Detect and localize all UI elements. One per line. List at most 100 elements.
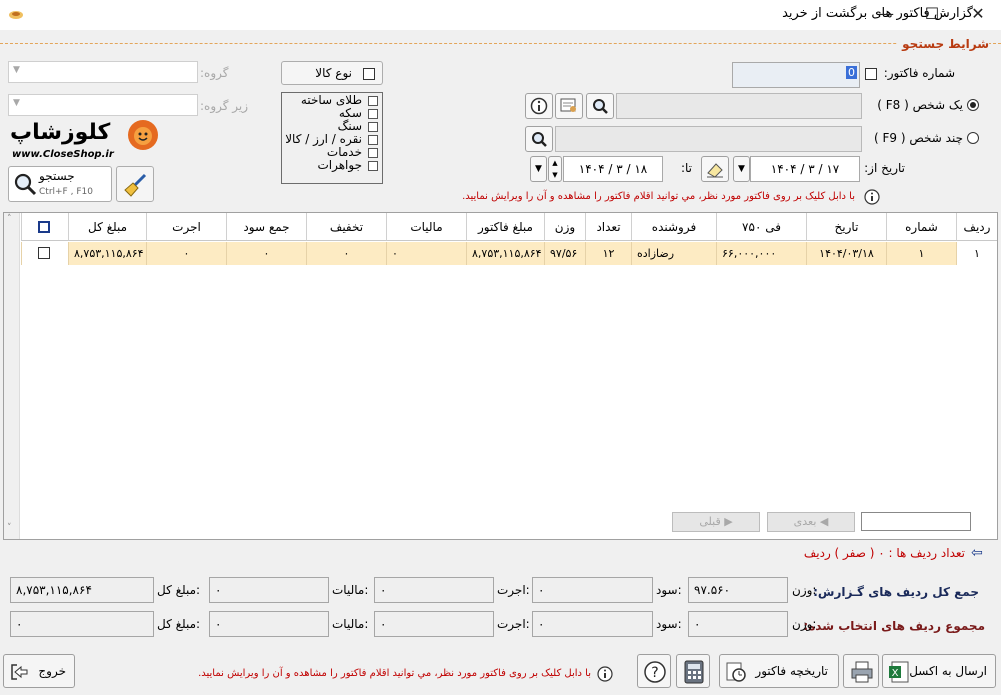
invoice-history-button[interactable]: تاریخچه فاکتور — [719, 654, 839, 688]
scroll-down-icon[interactable]: ˅ — [7, 523, 12, 533]
hint-info-icon — [864, 189, 880, 208]
back-arrow-icon: ⇦ — [971, 545, 983, 561]
group-label: گروه: — [200, 66, 229, 80]
one-person-input[interactable] — [616, 93, 862, 119]
date-to-spinner[interactable]: ▲ ▼ — [548, 156, 562, 182]
page-input[interactable] — [861, 512, 971, 531]
report-profit-value: ۰ — [532, 577, 653, 603]
arrow-right-circle-icon: ▶ — [724, 515, 733, 528]
search-section-title: شرایط جستجو — [898, 37, 989, 51]
subgroup-select[interactable]: ▼ — [8, 94, 198, 116]
magnifier-icon — [530, 132, 548, 151]
goods-type-checkbox-5[interactable] — [368, 161, 378, 171]
cell-total: ۸,۷۵۳,۱۱۵,۸۶۴ — [68, 242, 146, 265]
date-from-dropdown[interactable]: ▼ — [733, 156, 750, 182]
col-header-count[interactable]: تعداد — [585, 213, 631, 241]
calculator-button[interactable] — [676, 654, 710, 688]
next-page-button[interactable]: بعدی ◀ — [767, 512, 855, 532]
one-person-radio[interactable] — [967, 99, 979, 111]
cell-weight: ۹۷/۵۶ — [544, 242, 585, 265]
app-icon — [8, 8, 24, 20]
excel-export-button[interactable]: X ارسال به اکسل — [882, 654, 996, 688]
goods-type-checkbox-0[interactable] — [368, 96, 378, 106]
date-to-input[interactable]: ۱۴۰۴ / ۳ / ۱۸ — [563, 156, 663, 182]
col-header-fee750[interactable]: فی ۷۵۰ — [716, 213, 806, 241]
col-header-seller[interactable]: فروشنده — [631, 213, 716, 241]
help-button[interactable]: ? — [637, 654, 671, 688]
cell-discount: ۰ — [306, 242, 386, 265]
group-select[interactable]: ▼ — [8, 61, 198, 83]
hint-text-top: با دابل کلیک بر روی فاکتور مورد نظر، مي … — [462, 191, 855, 202]
prev-page-button[interactable]: قبلی ▶ — [672, 512, 760, 532]
selected-wage-value: ۰ — [374, 611, 494, 637]
goods-type-checkbox-2[interactable] — [368, 122, 378, 132]
report-total-amount-label: مبلغ کل: — [157, 583, 201, 597]
col-header-date[interactable]: تاریخ — [806, 213, 886, 241]
many-persons-input[interactable] — [555, 126, 862, 152]
scroll-up-icon[interactable]: ˄ — [7, 214, 12, 224]
broom-icon — [123, 172, 149, 201]
row-count-text: تعداد ردیف ها : ۰ ( صفر ) ردیف — [803, 546, 965, 560]
person-search-button[interactable] — [586, 93, 614, 119]
info-icon — [530, 97, 548, 118]
svg-text:X: X — [892, 668, 899, 679]
selected-wage-label: اجرت: — [497, 617, 530, 631]
magnifier-icon — [12, 171, 38, 200]
printer-icon — [850, 660, 874, 687]
select-all-checkbox[interactable] — [38, 221, 50, 233]
goods-type-checkbox-3[interactable] — [368, 135, 378, 145]
report-wage-value: ۰ — [374, 577, 494, 603]
chevron-down-icon: ▼ — [13, 98, 20, 108]
col-header-total[interactable]: مبلغ کل — [68, 213, 146, 241]
cell-seller: رضازاده — [631, 242, 716, 265]
col-header-profit[interactable]: جمع سود — [226, 213, 306, 241]
help-icon: ? — [643, 660, 667, 687]
section-divider — [0, 43, 1001, 44]
person-info-button[interactable] — [525, 93, 553, 119]
goods-type-checkbox-1[interactable] — [368, 109, 378, 119]
date-to-dropdown[interactable]: ▼ — [530, 156, 547, 182]
row-select-checkbox[interactable] — [38, 247, 50, 259]
col-header-select — [21, 213, 68, 241]
col-header-row-no[interactable]: ردیف — [956, 213, 997, 241]
invoice-number-checkbox[interactable] — [865, 68, 877, 80]
col-header-tax[interactable]: مالیات — [386, 213, 466, 241]
many-persons-label: چند شخص ( F9 ) — [873, 131, 963, 145]
persons-search-button[interactable] — [525, 126, 553, 152]
table-scrollbar[interactable]: ˄ ˅ — [4, 213, 20, 539]
clear-filters-button[interactable] — [116, 166, 154, 202]
person-card-icon — [559, 98, 579, 118]
col-header-number[interactable]: شماره — [886, 213, 956, 241]
history-clock-icon — [725, 661, 747, 686]
chevron-down-icon: ▼ — [535, 164, 542, 174]
search-button[interactable]: جستجو Ctrl+F , F10 — [8, 166, 112, 202]
cell-tax: ۰ — [386, 242, 466, 265]
goods-type-checkbox[interactable] — [363, 68, 375, 80]
close-button[interactable]: ✕ — [955, 0, 1001, 30]
hint-text-footer: با دابل کلیک بر روی فاکتور مورد نظر، مي … — [198, 668, 591, 679]
selected-tax-value: ۰ — [209, 611, 329, 637]
excel-icon: X — [888, 661, 910, 686]
invoice-number-input[interactable]: 0 — [732, 62, 860, 88]
date-from-input[interactable]: ۱۴۰۴ / ۳ / ۱۷ — [750, 156, 860, 182]
report-weight-label: وزن: — [792, 583, 817, 597]
report-wage-label: اجرت: — [497, 583, 530, 597]
selected-profit-label: سود: — [656, 617, 682, 631]
report-tax-label: مالیات: — [332, 583, 369, 597]
col-header-wage[interactable]: اجرت — [146, 213, 226, 241]
print-button[interactable] — [843, 654, 879, 688]
person-card-button[interactable] — [555, 93, 583, 119]
maximize-button[interactable]: ☐ — [909, 0, 955, 30]
clear-date-button[interactable] — [701, 156, 729, 182]
many-persons-radio[interactable] — [967, 132, 979, 144]
selected-tax-label: مالیات: — [332, 617, 369, 631]
calculator-icon — [683, 660, 705, 687]
col-header-weight[interactable]: وزن — [544, 213, 585, 241]
invoices-table: ˄ ˅ ردیف شماره تاریخ فی ۷۵۰ فروشنده تعدا… — [3, 212, 998, 540]
col-header-invoice-amount[interactable]: مبلغ فاکتور — [466, 213, 544, 241]
exit-button[interactable]: خروج — [3, 654, 75, 688]
goods-type-checkbox-4[interactable] — [368, 148, 378, 158]
col-header-discount[interactable]: تخفیف — [306, 213, 386, 241]
goods-type-toggle[interactable]: نوع کالا — [281, 61, 383, 85]
minimize-button[interactable]: — — [863, 0, 909, 30]
